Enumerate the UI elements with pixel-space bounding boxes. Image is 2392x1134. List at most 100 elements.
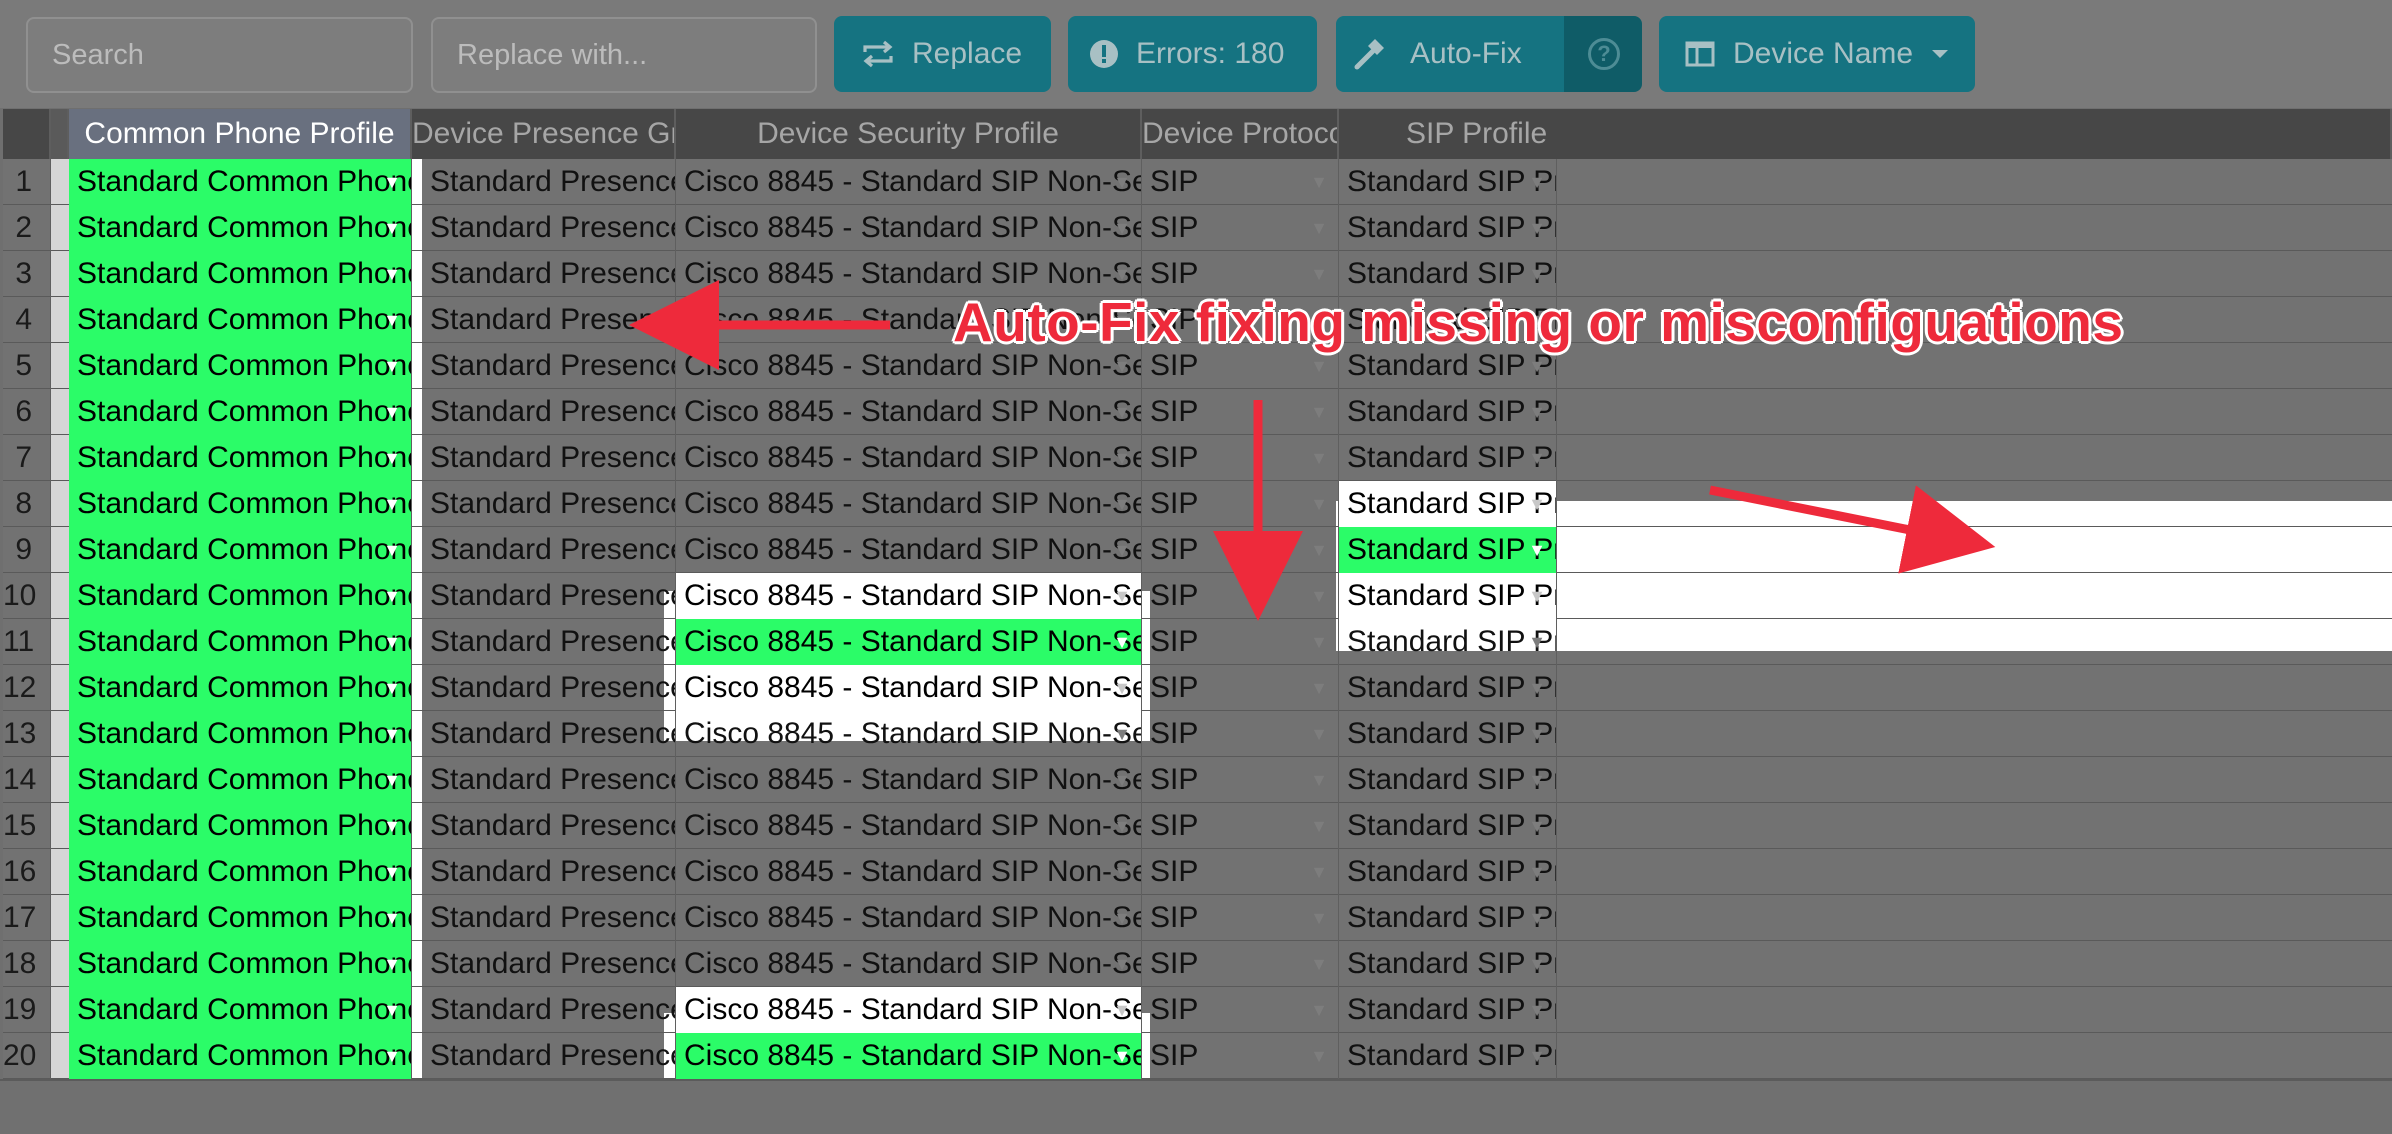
dropdown-triangle-icon[interactable]: ▼ bbox=[1113, 665, 1131, 711]
cell-device-security-profile[interactable]: Cisco 8845 - Standard SIP Non-Secure Pro… bbox=[676, 895, 1142, 941]
dropdown-triangle-icon[interactable]: ▼ bbox=[383, 895, 401, 941]
dropdown-triangle-icon[interactable]: ▼ bbox=[1528, 159, 1546, 205]
cell-common-phone-profile[interactable]: Standard Common Phone Profile▼ bbox=[69, 251, 412, 297]
dropdown-triangle-icon[interactable]: ▼ bbox=[1310, 389, 1328, 435]
dropdown-triangle-icon[interactable]: ▼ bbox=[1528, 435, 1546, 481]
dropdown-triangle-icon[interactable]: ▼ bbox=[1528, 803, 1546, 849]
dropdown-triangle-icon[interactable]: ▼ bbox=[1113, 573, 1131, 619]
column-header-device-protocol[interactable]: Device Protocol bbox=[1142, 109, 1339, 159]
cell-device-presence-group[interactable]: Standard Presence group bbox=[422, 159, 676, 205]
cell-device-protocol[interactable]: SIP ▼ bbox=[1142, 941, 1339, 987]
dropdown-triangle-icon[interactable]: ▼ bbox=[1528, 895, 1546, 941]
dropdown-triangle-icon[interactable]: ▼ bbox=[1113, 803, 1131, 849]
cell-sip-profile[interactable]: Standard SIP Profile▼ bbox=[1339, 711, 1557, 757]
dropdown-triangle-icon[interactable]: ▼ bbox=[1113, 849, 1131, 895]
dropdown-triangle-icon[interactable]: ▼ bbox=[1113, 941, 1131, 987]
cell-common-phone-profile[interactable]: Standard Common Phone Profile▼ bbox=[69, 435, 412, 481]
cell-device-protocol[interactable]: SIP ▼ bbox=[1142, 987, 1339, 1033]
cell-common-phone-profile[interactable]: Standard Common Phone Profile▼ bbox=[69, 803, 412, 849]
dropdown-triangle-icon[interactable]: ▼ bbox=[383, 389, 401, 435]
dropdown-triangle-icon[interactable]: ▼ bbox=[1310, 987, 1328, 1033]
cell-device-presence-group[interactable]: Standard Presence group bbox=[422, 895, 676, 941]
dropdown-triangle-icon[interactable]: ▼ bbox=[383, 1033, 401, 1079]
cell-device-protocol[interactable]: SIP ▼ bbox=[1142, 205, 1339, 251]
cell-common-phone-profile[interactable]: Standard Common Phone Profile▼ bbox=[69, 481, 412, 527]
dropdown-triangle-icon[interactable]: ▼ bbox=[383, 251, 401, 297]
dropdown-triangle-icon[interactable]: ▼ bbox=[1310, 849, 1328, 895]
dropdown-triangle-icon[interactable]: ▼ bbox=[383, 435, 401, 481]
column-header-common-phone-profile[interactable]: Common Phone Profile bbox=[69, 109, 412, 159]
dropdown-triangle-icon[interactable]: ▼ bbox=[1310, 757, 1328, 803]
cell-sip-profile[interactable]: Standard SIP Profile▼ bbox=[1339, 757, 1557, 803]
cell-device-security-profile[interactable]: Cisco 8845 - Standard SIP Non-Secure Pro… bbox=[676, 849, 1142, 895]
dropdown-triangle-icon[interactable]: ▼ bbox=[1310, 435, 1328, 481]
cell-sip-profile[interactable]: Standard SIP Profile▼ bbox=[1339, 941, 1557, 987]
dropdown-triangle-icon[interactable]: ▼ bbox=[1528, 205, 1546, 251]
dropdown-triangle-icon[interactable]: ▼ bbox=[1310, 619, 1328, 665]
cell-device-protocol[interactable]: SIP ▼ bbox=[1142, 481, 1339, 527]
dropdown-triangle-icon[interactable]: ▼ bbox=[1113, 987, 1131, 1033]
cell-device-presence-group[interactable]: Standard Presence group bbox=[422, 573, 676, 619]
cell-common-phone-profile[interactable]: Standard Common Phone Profile▼ bbox=[69, 941, 412, 987]
cell-device-security-profile[interactable]: Cisco 8845 - Standard SIP Non-Secure Pro… bbox=[676, 159, 1142, 205]
cell-common-phone-profile[interactable]: Standard Common Phone Profile▼ bbox=[69, 1033, 412, 1079]
cell-sip-profile[interactable]: Standard SIP Profile▼ bbox=[1339, 205, 1557, 251]
cell-common-phone-profile[interactable]: Standard Common Phone Profile▼ bbox=[69, 757, 412, 803]
cell-device-security-profile[interactable]: Cisco 8845 - Standard SIP Non-Secure Pro… bbox=[676, 941, 1142, 987]
autofix-button[interactable]: Auto-Fix bbox=[1336, 16, 1564, 92]
dropdown-triangle-icon[interactable]: ▼ bbox=[1310, 1033, 1328, 1079]
cell-device-protocol[interactable]: SIP ▼ bbox=[1142, 1033, 1339, 1079]
cell-device-security-profile[interactable]: Cisco 8845 - Standard SIP Non-Secure Pro… bbox=[676, 205, 1142, 251]
dropdown-triangle-icon[interactable]: ▼ bbox=[1528, 987, 1546, 1033]
cell-device-presence-group[interactable]: Standard Presence group bbox=[422, 251, 676, 297]
column-header-device-security-profile[interactable]: Device Security Profile bbox=[676, 109, 1142, 159]
dropdown-triangle-icon[interactable]: ▼ bbox=[1528, 941, 1546, 987]
cell-device-presence-group[interactable]: Standard Presence group bbox=[422, 1033, 676, 1079]
autofix-help-button[interactable]: ? bbox=[1564, 16, 1642, 92]
cell-device-security-profile[interactable]: Cisco 8845 - Standard SIP Non-Secure Pro… bbox=[676, 527, 1142, 573]
replace-input[interactable]: Replace with... bbox=[431, 17, 817, 93]
cell-device-presence-group[interactable]: Standard Presence group bbox=[422, 757, 676, 803]
cell-common-phone-profile[interactable]: Standard Common Phone Profile▼ bbox=[69, 573, 412, 619]
dropdown-triangle-icon[interactable]: ▼ bbox=[1310, 205, 1328, 251]
cell-common-phone-profile[interactable]: Standard Common Phone Profile▼ bbox=[69, 619, 412, 665]
dropdown-triangle-icon[interactable]: ▼ bbox=[383, 527, 401, 573]
cell-sip-profile[interactable]: Standard SIP Profile▼ bbox=[1339, 481, 1557, 527]
cell-device-security-profile[interactable]: Cisco 8845 - Standard SIP Non-Secure Pro… bbox=[676, 481, 1142, 527]
dropdown-triangle-icon[interactable]: ▼ bbox=[1310, 527, 1328, 573]
dropdown-triangle-icon[interactable]: ▼ bbox=[1310, 481, 1328, 527]
dropdown-triangle-icon[interactable]: ▼ bbox=[383, 481, 401, 527]
cell-device-protocol[interactable]: SIP ▼ bbox=[1142, 803, 1339, 849]
cell-common-phone-profile[interactable]: Standard Common Phone Profile▼ bbox=[69, 665, 412, 711]
dropdown-triangle-icon[interactable]: ▼ bbox=[1528, 711, 1546, 757]
dropdown-triangle-icon[interactable]: ▼ bbox=[1113, 619, 1131, 665]
cell-common-phone-profile[interactable]: Standard Common Phone Profile▼ bbox=[69, 711, 412, 757]
cell-common-phone-profile[interactable]: Standard Common Phone Profile▼ bbox=[69, 159, 412, 205]
dropdown-triangle-icon[interactable]: ▼ bbox=[1310, 711, 1328, 757]
cell-sip-profile[interactable]: Standard SIP Profile▼ bbox=[1339, 803, 1557, 849]
replace-button[interactable]: Replace bbox=[834, 16, 1051, 92]
cell-device-security-profile[interactable]: Cisco 8845 - Standard SIP Non-Secure Pro… bbox=[676, 665, 1142, 711]
cell-device-security-profile[interactable]: Cisco 8845 - Standard SIP Non-Secure Pro… bbox=[676, 619, 1142, 665]
cell-common-phone-profile[interactable]: Standard Common Phone Profile▼ bbox=[69, 389, 412, 435]
dropdown-triangle-icon[interactable]: ▼ bbox=[1528, 619, 1546, 665]
dropdown-triangle-icon[interactable]: ▼ bbox=[383, 343, 401, 389]
cell-device-presence-group[interactable]: Standard Presence group bbox=[422, 527, 676, 573]
cell-device-presence-group[interactable]: Standard Presence group bbox=[422, 435, 676, 481]
dropdown-triangle-icon[interactable]: ▼ bbox=[1310, 573, 1328, 619]
dropdown-triangle-icon[interactable]: ▼ bbox=[383, 711, 401, 757]
cell-device-presence-group[interactable]: Standard Presence group bbox=[422, 481, 676, 527]
cell-device-protocol[interactable]: SIP ▼ bbox=[1142, 573, 1339, 619]
dropdown-triangle-icon[interactable]: ▼ bbox=[383, 941, 401, 987]
cell-device-protocol[interactable]: SIP ▼ bbox=[1142, 619, 1339, 665]
cell-common-phone-profile[interactable]: Standard Common Phone Profile▼ bbox=[69, 849, 412, 895]
cell-sip-profile[interactable]: Standard SIP Profile▼ bbox=[1339, 1033, 1557, 1079]
dropdown-triangle-icon[interactable]: ▼ bbox=[1113, 527, 1131, 573]
cell-device-security-profile[interactable]: Cisco 8845 - Standard SIP Non-Secure Pro… bbox=[676, 435, 1142, 481]
cell-sip-profile[interactable]: Standard SIP Profile▼ bbox=[1339, 527, 1557, 573]
cell-device-protocol[interactable]: SIP ▼ bbox=[1142, 527, 1339, 573]
dropdown-triangle-icon[interactable]: ▼ bbox=[1113, 757, 1131, 803]
cell-device-security-profile[interactable]: Cisco 8845 - Standard SIP Non-Secure Pro… bbox=[676, 573, 1142, 619]
dropdown-triangle-icon[interactable]: ▼ bbox=[1113, 389, 1131, 435]
cell-device-security-profile[interactable]: Cisco 8845 - Standard SIP Non-Secure Pro… bbox=[676, 1033, 1142, 1079]
